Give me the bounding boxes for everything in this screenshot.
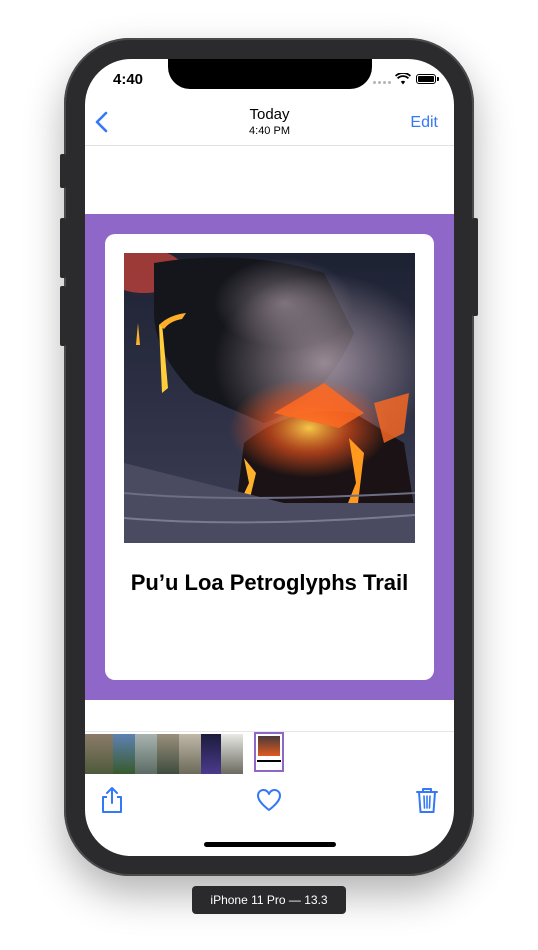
heart-icon[interactable] — [256, 786, 282, 814]
wifi-icon — [395, 73, 411, 85]
photo-caption: Pu’u Loa Petroglyphs Trail — [130, 570, 409, 595]
thumbnail-selected[interactable] — [254, 732, 284, 772]
power-button — [472, 218, 478, 316]
trash-icon[interactable] — [414, 786, 440, 814]
status-time: 4:40 — [113, 71, 144, 88]
silent-switch — [60, 154, 66, 188]
thumbnail-strip[interactable] — [85, 731, 454, 777]
thumbnail-6[interactable] — [201, 734, 221, 774]
thumbnail-1[interactable] — [85, 734, 113, 774]
photo-card: Pu’u Loa Petroglyphs Trail — [105, 234, 434, 680]
volume-up-button — [60, 218, 66, 278]
volume-down-button — [60, 286, 66, 346]
lava-photo — [124, 253, 415, 543]
edit-button[interactable]: Edit — [410, 114, 438, 132]
nav-title: Today — [249, 106, 290, 123]
battery-icon — [416, 74, 436, 84]
thumbnail-2[interactable] — [113, 734, 135, 774]
device-label: iPhone 11 Pro — 13.3 — [192, 886, 346, 914]
photo-viewer[interactable]: Pu’u Loa Petroglyphs Trail — [85, 214, 454, 700]
navigation-bar: Today 4:40 PM Edit — [85, 99, 454, 146]
signal-icon — [373, 81, 391, 84]
screen: 4:40 Today 4:40 PM Edit Pu’u Loa Petrogl… — [85, 59, 454, 856]
thumbnail-5[interactable] — [179, 734, 201, 774]
share-icon[interactable] — [99, 786, 125, 814]
thumbnail-3[interactable] — [135, 734, 157, 774]
notch — [168, 59, 372, 89]
battery-tip — [437, 77, 439, 81]
nav-subtitle: 4:40 PM — [249, 125, 290, 137]
thumbnail-7[interactable] — [221, 734, 243, 774]
home-indicator[interactable] — [204, 842, 336, 847]
thumbnail-4[interactable] — [157, 734, 179, 774]
